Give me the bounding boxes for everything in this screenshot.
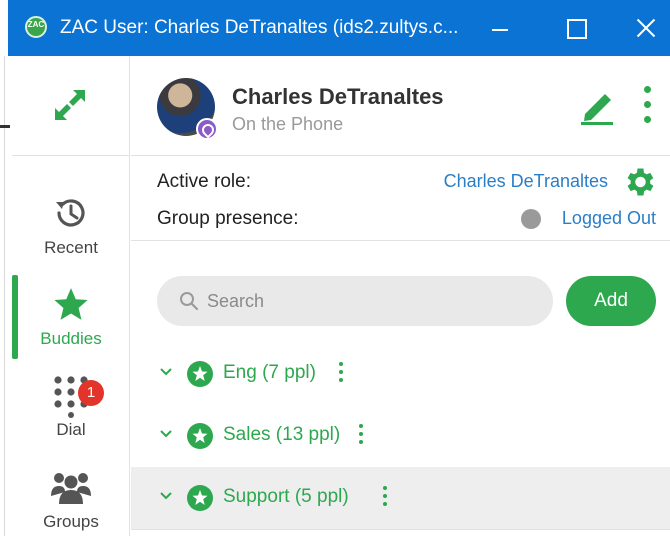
left-edge bbox=[0, 0, 10, 536]
group-more-icon[interactable] bbox=[337, 362, 345, 386]
more-options-icon[interactable] bbox=[641, 86, 655, 128]
group-more-icon[interactable] bbox=[357, 424, 365, 448]
search-icon bbox=[180, 292, 199, 311]
app-logo-text: ZAC bbox=[27, 20, 45, 29]
sidebar-item-groups[interactable]: Groups bbox=[12, 456, 130, 536]
users-icon bbox=[51, 473, 91, 504]
user-name: Charles DeTranaltes bbox=[232, 84, 444, 109]
presence-status-icon bbox=[521, 209, 541, 229]
search-box[interactable] bbox=[157, 276, 553, 326]
chevron-down-icon[interactable] bbox=[159, 365, 173, 379]
active-role-value[interactable]: Charles DeTranaltes bbox=[444, 171, 608, 192]
group-presence-value[interactable]: Logged Out bbox=[562, 208, 656, 229]
group-more-icon[interactable] bbox=[381, 486, 389, 510]
sidebar-item-dial[interactable]: 1 Dial bbox=[12, 364, 130, 454]
roles-section: Active role: Charles DeTranaltes Group p… bbox=[131, 156, 670, 241]
pencil-icon[interactable] bbox=[575, 86, 619, 126]
add-button[interactable]: Add bbox=[566, 276, 656, 326]
star-circle-icon bbox=[187, 485, 213, 511]
history-icon bbox=[56, 199, 85, 227]
window-title: ZAC User: Charles DeTranaltes (ids2.zult… bbox=[60, 17, 459, 38]
close-button[interactable] bbox=[626, 12, 666, 44]
sidebar-item-label: Recent bbox=[44, 238, 98, 257]
divider bbox=[131, 529, 670, 530]
profile-header: Charles DeTranaltes On the Phone bbox=[131, 56, 670, 156]
sidebar-item-buddies[interactable]: Buddies bbox=[12, 275, 130, 365]
minimize-button[interactable] bbox=[480, 12, 520, 44]
group-label: Eng (7 ppl) bbox=[223, 362, 316, 383]
title-bar: ZAC ZAC User: Charles DeTranaltes (ids2.… bbox=[8, 0, 670, 56]
group-row-support[interactable]: Support (5 ppl) bbox=[131, 467, 670, 529]
sidebar-item-label: Groups bbox=[43, 512, 99, 531]
maximize-button[interactable] bbox=[555, 12, 595, 44]
notification-badge: 1 bbox=[78, 380, 104, 406]
app-logo-icon: ZAC bbox=[25, 16, 47, 38]
chevron-down-icon[interactable] bbox=[159, 427, 173, 441]
star-icon bbox=[54, 288, 88, 320]
chevron-down-icon[interactable] bbox=[159, 489, 173, 503]
expand-arrows-icon[interactable] bbox=[50, 85, 90, 125]
divider bbox=[4, 56, 5, 536]
group-presence-label: Group presence: bbox=[157, 208, 299, 229]
user-status: On the Phone bbox=[232, 114, 344, 134]
group-row-sales[interactable]: Sales (13 ppl) bbox=[131, 405, 670, 467]
group-label: Sales (13 ppl) bbox=[223, 424, 341, 445]
phone-presence-icon bbox=[196, 118, 218, 140]
edge-mark bbox=[0, 125, 10, 128]
sidebar-item-label: Dial bbox=[56, 420, 86, 439]
gear-icon[interactable] bbox=[621, 164, 657, 200]
active-role-label: Active role: bbox=[157, 171, 251, 192]
sidebar-item-label: Buddies bbox=[40, 329, 102, 348]
sidebar-item-recent[interactable]: Recent bbox=[12, 184, 130, 274]
expand-area bbox=[12, 56, 130, 156]
sidebar: Recent Buddies 1 Dial Groups bbox=[12, 56, 130, 536]
search-input[interactable] bbox=[207, 286, 537, 316]
star-circle-icon bbox=[187, 423, 213, 449]
group-label: Support (5 ppl) bbox=[223, 486, 349, 507]
star-circle-icon bbox=[187, 361, 213, 387]
main-panel: Charles DeTranaltes On the Phone Active … bbox=[131, 56, 670, 536]
group-row-eng[interactable]: Eng (7 ppl) bbox=[131, 343, 670, 405]
